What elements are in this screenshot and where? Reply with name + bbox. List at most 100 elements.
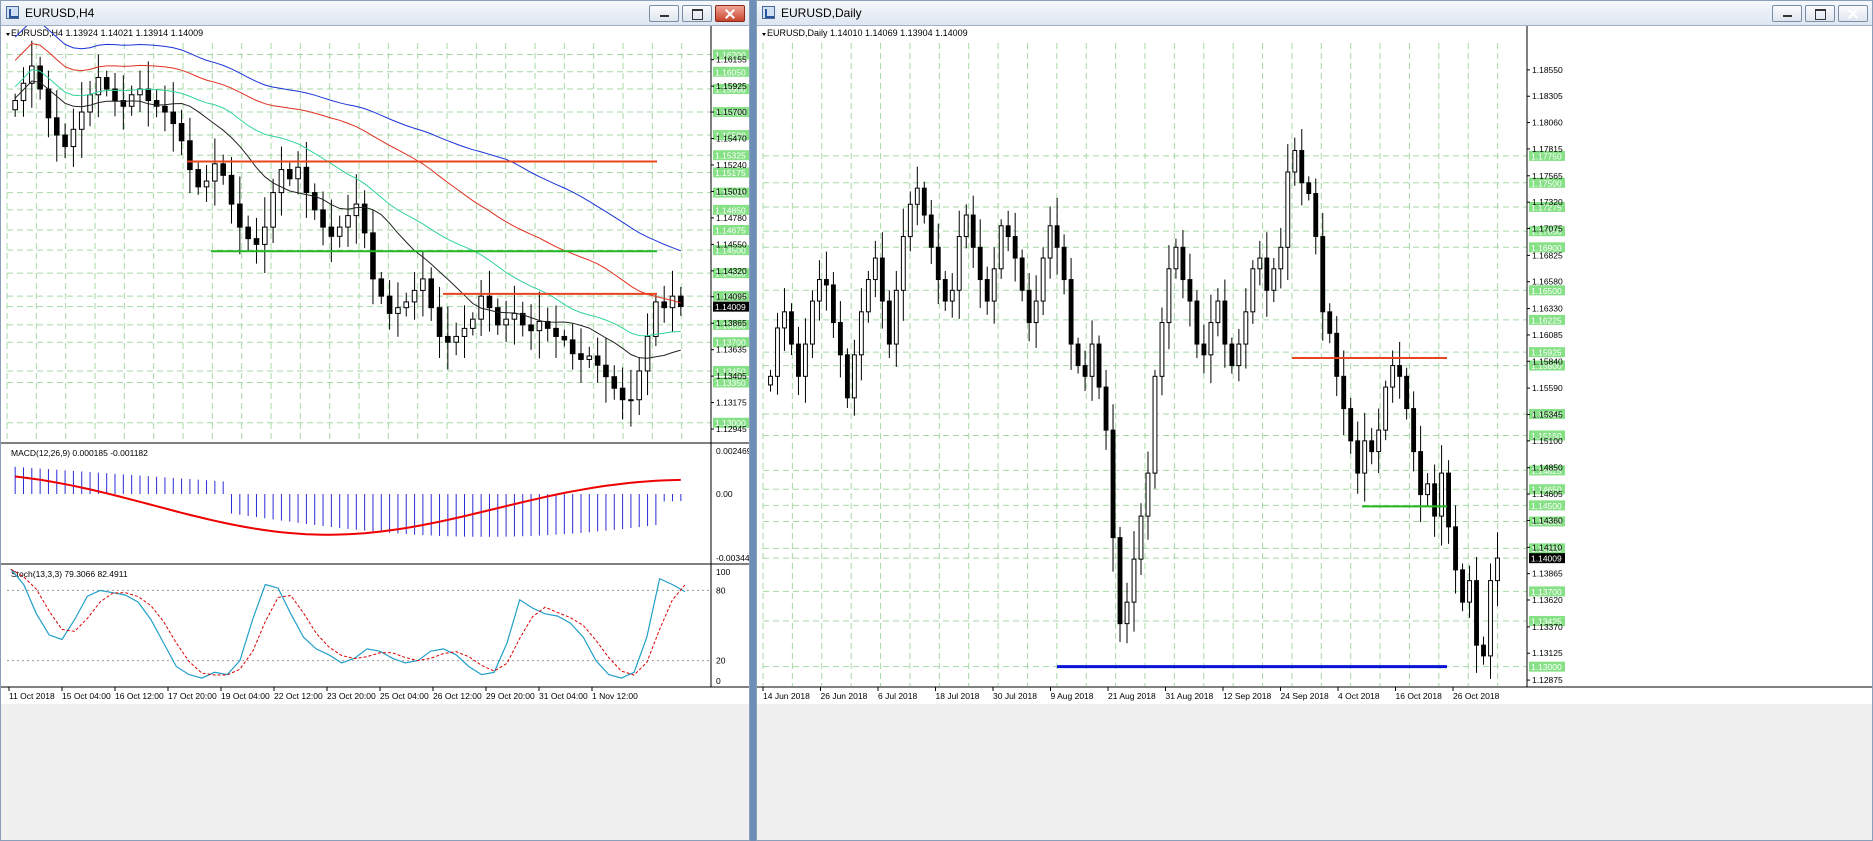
price-axis-label: 1.15590 bbox=[1532, 383, 1563, 393]
candle-body bbox=[782, 311, 787, 329]
candle-body bbox=[1488, 580, 1493, 657]
time-axis-label: 6 Jul 2018 bbox=[878, 691, 917, 701]
candle-body bbox=[37, 65, 43, 90]
h4-chart-area[interactable]: 1.162001.160501.159001.157001.155001.153… bbox=[1, 26, 749, 841]
daily-chart-area[interactable]: 1.177501.175001.172751.170501.169001.165… bbox=[757, 26, 1872, 841]
candle-body bbox=[628, 399, 634, 402]
candle-body bbox=[1033, 300, 1039, 324]
candle-body bbox=[1005, 225, 1011, 238]
price-axis-label: 1.13620 bbox=[1532, 595, 1563, 605]
current-price-tag: 1.14009 bbox=[1531, 554, 1562, 564]
price-axis-label: 1.17565 bbox=[1532, 171, 1563, 181]
stoch-label: Stoch(13,3,3) 79.3066 82.4911 bbox=[11, 569, 128, 579]
time-axis-label: 16 Oct 2018 bbox=[1396, 691, 1443, 701]
candle-body bbox=[453, 335, 459, 343]
time-axis-label: 29 Oct 20:00 bbox=[486, 691, 535, 701]
candle-body bbox=[1446, 472, 1451, 528]
candle-body bbox=[935, 246, 941, 281]
price-axis-label: 1.13865 bbox=[1532, 569, 1563, 579]
close-button[interactable] bbox=[1838, 5, 1868, 22]
candle-body bbox=[1054, 225, 1060, 248]
candle-body bbox=[984, 279, 990, 302]
time-axis-label: 14 Jun 2018 bbox=[763, 691, 810, 701]
time-axis-label: 26 Jun 2018 bbox=[821, 691, 868, 701]
candle-body bbox=[998, 225, 1004, 270]
price-axis-label: 1.14110 bbox=[1532, 542, 1562, 552]
candle-body bbox=[178, 123, 185, 142]
candle-body bbox=[361, 203, 368, 234]
candle-body bbox=[1047, 225, 1053, 259]
candle-body bbox=[1243, 311, 1249, 345]
price-axis-label: 1.14360 bbox=[1532, 515, 1563, 525]
maximize-button[interactable] bbox=[1805, 5, 1835, 22]
price-axis-label: 1.16825 bbox=[1532, 250, 1563, 260]
window-title-bar[interactable]: EURUSD,H4 bbox=[1, 1, 749, 26]
candle-body bbox=[1397, 365, 1403, 377]
candle-body bbox=[817, 279, 822, 302]
candle-body bbox=[1110, 429, 1116, 539]
window-title-bar[interactable]: EURUSD,Daily bbox=[757, 1, 1872, 26]
candle-body bbox=[1173, 246, 1179, 270]
candle-body bbox=[212, 163, 218, 182]
time-axis-label: 12 Sep 2018 bbox=[1223, 691, 1271, 701]
candle-body bbox=[1026, 289, 1032, 324]
price-axis-label: 1.17815 bbox=[1532, 144, 1563, 154]
candle-body bbox=[253, 238, 260, 245]
maximize-button[interactable] bbox=[682, 5, 712, 22]
time-axis-label: 26 Oct 12:00 bbox=[433, 691, 482, 701]
time-axis-label: 25 Oct 04:00 bbox=[380, 691, 429, 701]
close-button[interactable] bbox=[715, 5, 745, 22]
time-axis-label: 19 Oct 04:00 bbox=[221, 691, 270, 701]
candle-body bbox=[286, 169, 293, 180]
minimize-button[interactable] bbox=[1772, 5, 1802, 22]
candle-body bbox=[245, 226, 251, 240]
stoch-axis-label: 80 bbox=[716, 585, 726, 595]
candle-body bbox=[858, 311, 864, 356]
time-axis-label: 16 Oct 12:00 bbox=[115, 691, 164, 701]
candle-body bbox=[1166, 268, 1172, 324]
candle-body bbox=[644, 335, 651, 372]
candle-body bbox=[1404, 375, 1410, 410]
candle-body bbox=[1250, 268, 1256, 313]
candle-body bbox=[879, 257, 885, 302]
price-axis-label: 1.15010 bbox=[716, 186, 747, 196]
candle-body bbox=[45, 88, 52, 119]
candle-body bbox=[796, 343, 801, 377]
window-title: EURUSD,H4 bbox=[25, 6, 95, 20]
candle-body bbox=[162, 105, 168, 113]
price-axis-label: 1.13125 bbox=[1532, 648, 1563, 658]
candle-body bbox=[536, 320, 543, 332]
candle-body bbox=[1474, 580, 1479, 646]
candle-body bbox=[1257, 257, 1263, 270]
candle-body bbox=[1019, 257, 1025, 291]
candle-body bbox=[661, 301, 667, 309]
candle-body bbox=[775, 327, 780, 377]
minimize-button[interactable] bbox=[649, 5, 679, 22]
candle-body bbox=[1299, 150, 1305, 184]
candle-body bbox=[461, 327, 468, 337]
candle-body bbox=[949, 289, 955, 302]
candle-body bbox=[653, 301, 659, 337]
candle-body bbox=[1362, 440, 1368, 474]
candle-body bbox=[1369, 440, 1375, 453]
price-axis-label: 1.18550 bbox=[1532, 65, 1563, 75]
candle-body bbox=[1313, 193, 1319, 238]
price-axis-label: 1.16155 bbox=[716, 55, 747, 65]
candle-body bbox=[420, 278, 426, 291]
candle-body bbox=[678, 295, 684, 308]
candle-body bbox=[1145, 472, 1151, 517]
candle-body bbox=[907, 203, 913, 238]
candle-body bbox=[328, 226, 335, 237]
candle-body bbox=[603, 364, 609, 378]
price-axis-label: 1.12875 bbox=[1532, 675, 1563, 685]
candle-body bbox=[914, 187, 920, 205]
candle-body bbox=[62, 134, 68, 148]
candle-body bbox=[803, 343, 808, 377]
price-axis-label: 1.15240 bbox=[716, 160, 747, 170]
candle-body bbox=[823, 279, 829, 286]
candle-body bbox=[170, 111, 177, 125]
candle-body bbox=[1236, 343, 1242, 367]
candle-body bbox=[1341, 375, 1347, 410]
candle-body bbox=[428, 278, 434, 309]
candle-body bbox=[893, 289, 899, 345]
